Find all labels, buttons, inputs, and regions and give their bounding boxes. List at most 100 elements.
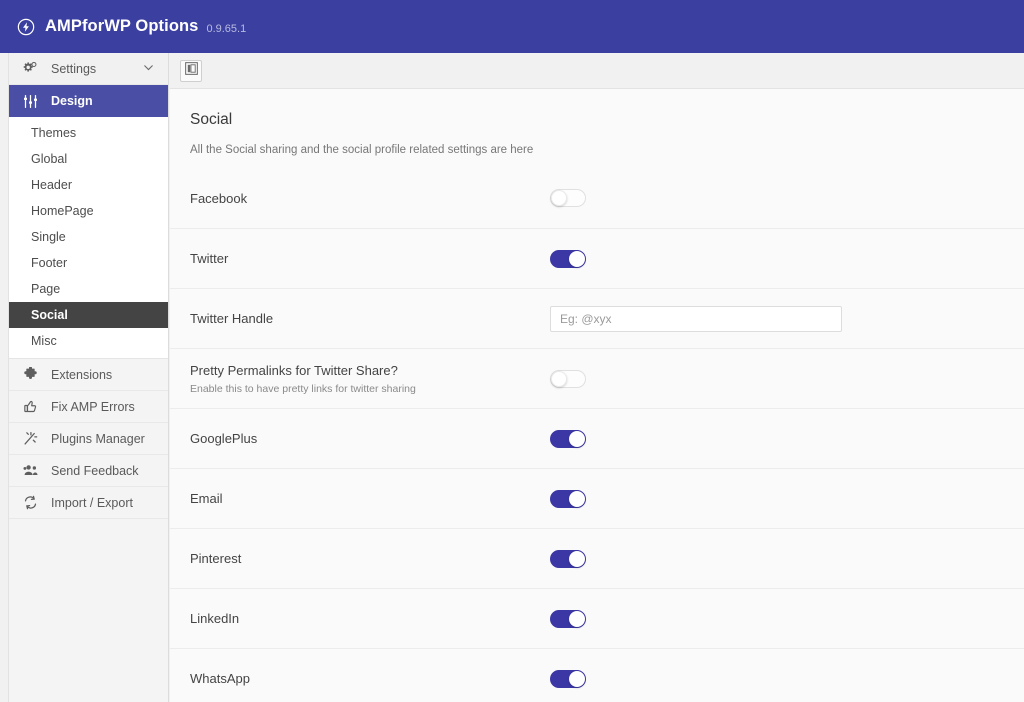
sidebar-item-social[interactable]: Social xyxy=(9,302,168,328)
facebook-toggle[interactable] xyxy=(550,189,586,207)
setting-row-twitter-handle: Twitter Handle xyxy=(170,288,1024,348)
email-toggle[interactable] xyxy=(550,489,586,508)
setting-sublabel: Enable this to have pretty links for twi… xyxy=(190,382,416,395)
setting-row-pinterest: Pinterest xyxy=(170,528,1024,588)
setting-control xyxy=(550,189,1004,207)
setting-row-pretty-permalinks: Pretty Permalinks for Twitter Share? Ena… xyxy=(170,348,1024,408)
setting-label: WhatsApp xyxy=(190,671,250,686)
setting-row-linkedin: LinkedIn xyxy=(170,588,1024,648)
chevron-down-icon xyxy=(143,62,154,76)
sidebar-item-fix-amp-errors[interactable]: Fix AMP Errors xyxy=(9,391,168,423)
setting-control xyxy=(550,609,1004,628)
sidebar-subnav: Themes Global Header HomePage Single Foo… xyxy=(9,117,168,359)
sidebar-item-single-label: Single xyxy=(31,230,66,244)
sidebar-item-page[interactable]: Page xyxy=(9,276,168,302)
sidebar-item-homepage[interactable]: HomePage xyxy=(9,198,168,224)
pinterest-toggle[interactable] xyxy=(550,549,586,568)
toggle-knob xyxy=(569,670,585,687)
sidebar-item-send-feedback-label: Send Feedback xyxy=(51,463,139,478)
sidebar-item-fix-amp-errors-label: Fix AMP Errors xyxy=(51,399,135,414)
setting-label-wrap: Twitter xyxy=(190,251,550,266)
toggle-knob xyxy=(569,550,585,567)
sidebar-item-footer[interactable]: Footer xyxy=(9,250,168,276)
setting-label-wrap: GooglePlus xyxy=(190,431,550,446)
sidebar-item-single[interactable]: Single xyxy=(9,224,168,250)
setting-label-wrap: Pinterest xyxy=(190,551,550,566)
setting-label-wrap: Pretty Permalinks for Twitter Share? Ena… xyxy=(190,363,550,395)
setting-label: Twitter xyxy=(190,251,229,266)
refresh-icon xyxy=(23,495,43,510)
settings-panel: Social All the Social sharing and the so… xyxy=(170,89,1024,702)
sidebar: Settings Design Themes Global Header Hom… xyxy=(8,53,169,702)
setting-control xyxy=(550,489,1004,508)
whatsapp-toggle[interactable] xyxy=(550,669,586,688)
sidebar-item-misc[interactable]: Misc xyxy=(9,328,168,354)
sidebar-item-plugins-manager-label: Plugins Manager xyxy=(51,431,145,446)
setting-row-googleplus: GooglePlus xyxy=(170,408,1024,468)
sidebar-item-import-export-label: Import / Export xyxy=(51,495,133,510)
setting-label: Pinterest xyxy=(190,551,242,566)
content-area: Social All the Social sharing and the so… xyxy=(170,53,1024,702)
setting-row-whatsapp: WhatsApp xyxy=(170,648,1024,702)
setting-label: Facebook xyxy=(190,190,248,206)
setting-label-wrap: LinkedIn xyxy=(190,611,550,626)
sidebar-item-header[interactable]: Header xyxy=(9,172,168,198)
setting-control xyxy=(550,549,1004,568)
app-header: AMPforWP Options 0.9.65.1 xyxy=(0,0,1024,53)
panel-header: Social All the Social sharing and the so… xyxy=(170,89,1024,156)
sidebar-item-global-label: Global xyxy=(31,152,68,166)
sidebar-item-global[interactable]: Global xyxy=(9,146,168,172)
sidebar-item-page-label: Page xyxy=(31,282,61,296)
setting-label: Pretty Permalinks for Twitter Share? xyxy=(190,362,398,378)
setting-control xyxy=(550,429,1004,448)
section-title: Social xyxy=(190,111,233,128)
version-label: 0.9.65.1 xyxy=(206,22,247,35)
twitter-toggle[interactable] xyxy=(550,249,586,268)
linkedin-toggle[interactable] xyxy=(550,609,586,628)
setting-row-email: Email xyxy=(170,468,1024,528)
toggle-knob xyxy=(551,370,567,387)
content-toolbar xyxy=(170,53,1024,89)
sidebar-item-extensions[interactable]: Extensions xyxy=(9,359,168,391)
setting-control xyxy=(550,669,1004,688)
sidebar-item-design-label: Design xyxy=(51,94,93,108)
thumbs-up-icon xyxy=(23,399,43,414)
sidebar-item-import-export[interactable]: Import / Export xyxy=(9,487,168,519)
setting-row-twitter: Twitter xyxy=(170,228,1024,288)
cogs-icon xyxy=(23,61,43,76)
setting-control xyxy=(550,369,1004,388)
setting-label: LinkedIn xyxy=(190,611,240,626)
twitter-handle-input[interactable] xyxy=(550,305,842,332)
setting-label-wrap: Email xyxy=(190,491,550,506)
sidebar-item-plugins-manager[interactable]: Plugins Manager xyxy=(9,423,168,455)
sidebar-item-header-label: Header xyxy=(31,178,72,192)
toggle-knob xyxy=(551,190,567,206)
googleplus-toggle[interactable] xyxy=(550,429,586,448)
setting-row-facebook: Facebook xyxy=(170,168,1024,228)
sidebar-item-send-feedback[interactable]: Send Feedback xyxy=(9,455,168,487)
setting-label: GooglePlus xyxy=(190,431,258,446)
sidebar-item-themes-label: Themes xyxy=(31,126,77,140)
sidebar-item-social-label: Social xyxy=(31,308,68,322)
sidebar-item-themes[interactable]: Themes xyxy=(9,120,168,146)
sidebar-layout-icon xyxy=(184,61,198,80)
puzzle-piece-icon xyxy=(23,367,43,382)
sidebar-item-settings[interactable]: Settings xyxy=(9,53,168,85)
setting-label-wrap: Facebook xyxy=(190,191,550,206)
magic-wand-icon xyxy=(23,431,43,446)
toggle-knob xyxy=(569,430,585,447)
setting-label: Email xyxy=(190,491,223,506)
sidebar-item-settings-label: Settings xyxy=(51,61,97,76)
sidebar-item-footer-label: Footer xyxy=(31,256,68,270)
pretty-permalinks-toggle[interactable] xyxy=(550,369,586,388)
setting-control xyxy=(550,249,1004,268)
app-root: AMPforWP Options 0.9.65.1 Settings Desig… xyxy=(0,0,1024,702)
toggle-knob xyxy=(569,610,585,627)
setting-label: Twitter Handle xyxy=(190,311,274,326)
sidebar-item-homepage-label: HomePage xyxy=(31,204,94,218)
settings-rows: Facebook Twitter Twitter Handle Eg: @xyx… xyxy=(170,168,1024,702)
sidebar-layout-toggle-button[interactable] xyxy=(180,59,202,82)
sidebar-item-design[interactable]: Design xyxy=(9,85,168,117)
sidebar-item-misc-label: Misc xyxy=(31,334,57,348)
amp-bolt-circle-icon xyxy=(16,17,36,37)
